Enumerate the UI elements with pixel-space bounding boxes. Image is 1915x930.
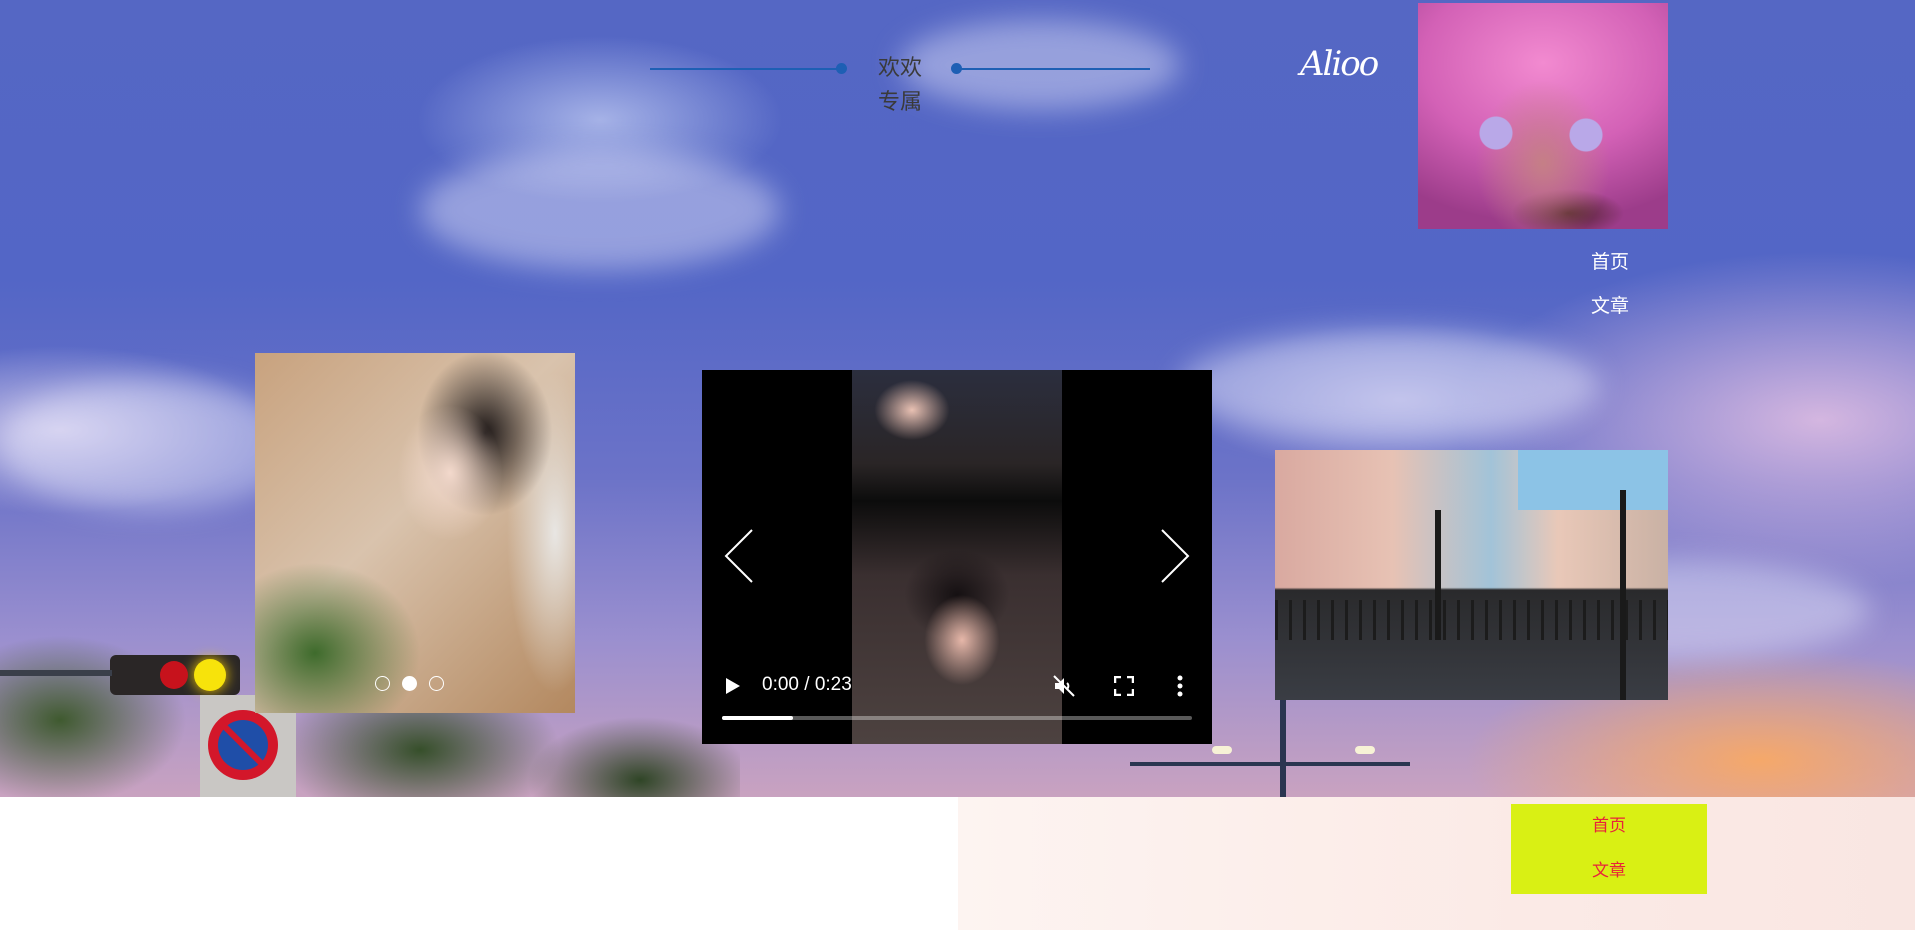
- traffic-pole-arm: [0, 670, 112, 676]
- nav-item-home[interactable]: 首页: [1560, 240, 1660, 284]
- video-progress-bar[interactable]: [722, 716, 1192, 720]
- photo-lamp-post: [1435, 510, 1441, 640]
- carousel-dot-active[interactable]: [402, 676, 417, 691]
- street-lamp-light: [1212, 746, 1232, 754]
- video-time: 0:00 / 0:23: [762, 674, 852, 695]
- chevron-right-icon[interactable]: [1156, 528, 1192, 584]
- carousel-dot[interactable]: [375, 676, 390, 691]
- street-lamp-light: [1355, 746, 1375, 754]
- carousel-indicators: [375, 676, 444, 691]
- street-lamp-arm: [1130, 762, 1410, 766]
- cloud: [1180, 330, 1600, 440]
- title-decor-line-left: [650, 68, 840, 70]
- site-title-line1: 欢欢: [877, 56, 922, 81]
- cloud: [420, 150, 780, 270]
- site-title: 欢欢 专属: [860, 52, 940, 120]
- fullscreen-icon[interactable]: [1114, 676, 1134, 696]
- nav-item-home-bottom[interactable]: 首页: [1511, 804, 1707, 849]
- video-player[interactable]: 0:00 / 0:23: [702, 370, 1212, 744]
- nav-item-articles[interactable]: 文章: [1560, 284, 1660, 328]
- image-carousel[interactable]: [255, 353, 575, 713]
- title-decor-line-right: [955, 68, 1150, 70]
- photo-railing: [1275, 600, 1668, 640]
- traffic-light-lamp: [160, 661, 188, 689]
- bottom-nav: 首页 文章: [1511, 804, 1707, 894]
- mute-icon[interactable]: [1052, 674, 1076, 698]
- no-parking-sign-icon: [208, 710, 278, 780]
- signature-logo: Alioo: [1300, 44, 1379, 84]
- chevron-left-icon[interactable]: [722, 528, 758, 584]
- cloud: [900, 20, 1180, 110]
- carousel-dot[interactable]: [429, 676, 444, 691]
- more-options-icon[interactable]: [1176, 674, 1184, 698]
- avatar: [1418, 3, 1668, 229]
- photo-sky: [1518, 450, 1668, 510]
- title-decor-dot-left: [836, 63, 847, 74]
- street-lamp-pole: [1280, 700, 1286, 797]
- traffic-light-lamp: [194, 659, 226, 691]
- bottom-background: [958, 797, 1915, 930]
- play-icon[interactable]: [726, 678, 740, 694]
- top-nav: 首页 文章: [1560, 240, 1660, 328]
- video-progress-fill: [722, 716, 793, 720]
- venice-street-photo: [1275, 450, 1668, 700]
- nav-item-articles-bottom[interactable]: 文章: [1511, 849, 1707, 894]
- site-title-line2: 专属: [877, 90, 922, 115]
- photo-lamp-post: [1620, 490, 1626, 700]
- video-controls: 0:00 / 0:23: [702, 654, 1212, 744]
